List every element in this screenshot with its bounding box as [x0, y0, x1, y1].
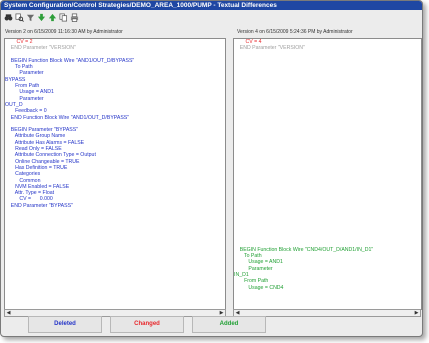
find-next-icon[interactable]: [15, 13, 24, 22]
left-code: CV = 2 END Parameter "VERSION" BEGIN Fun…: [5, 39, 225, 209]
right-version-header: Version 4 on 6/15/2009 5:24:36 PM by Adm…: [237, 29, 353, 35]
binoculars-icon[interactable]: [4, 13, 13, 22]
legend-added: Added: [192, 316, 266, 333]
right-code: CV = 4 END Parameter "VERSION" BEGIN Fun…: [234, 39, 421, 291]
code-line: END Parameter "BYPASS": [5, 202, 73, 209]
print-icon[interactable]: [70, 13, 79, 22]
copy-icon[interactable]: [59, 13, 68, 22]
scroll-left-icon[interactable]: ◀: [5, 310, 12, 316]
legend-added-label: Added: [219, 321, 239, 327]
left-version-header: Version 2 on 6/15/2009 11:16:30 AM by Ad…: [5, 29, 123, 35]
toolbar: [1, 11, 422, 25]
right-text-pane[interactable]: CV = 4 END Parameter "VERSION" BEGIN Fun…: [233, 38, 422, 310]
legend-changed-label: Changed: [134, 321, 160, 327]
scroll-right-icon[interactable]: ▶: [413, 310, 420, 316]
next-difference-icon[interactable]: [37, 13, 46, 22]
previous-difference-icon[interactable]: [48, 13, 57, 22]
diff-window: System Configuration/Control Strategies/…: [0, 0, 423, 337]
filter-icon[interactable]: [26, 13, 35, 22]
window-title: System Configuration/Control Strategies/…: [1, 1, 422, 10]
legend-changed: Changed: [110, 316, 184, 333]
code-line: Usage = CND4: [234, 284, 284, 291]
left-text-pane[interactable]: CV = 2 END Parameter "VERSION" BEGIN Fun…: [4, 38, 226, 310]
legend-deleted-label: Deleted: [54, 321, 76, 327]
legend-deleted: Deleted: [28, 316, 102, 333]
